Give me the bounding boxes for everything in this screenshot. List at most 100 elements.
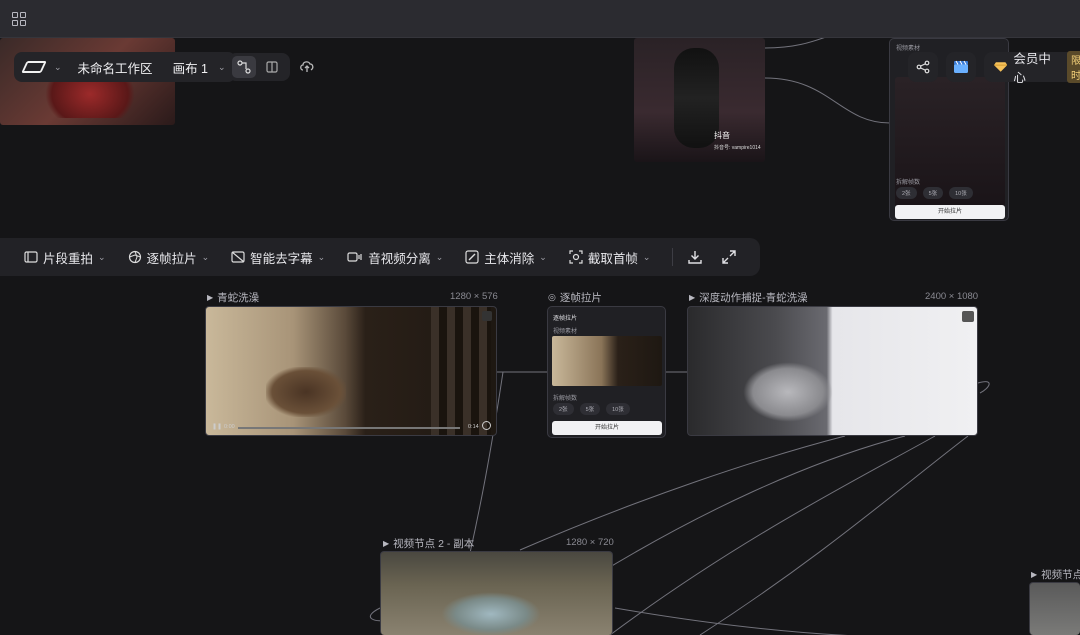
depth-title: 深度动作捕捉-青蛇洗澡: [699, 292, 808, 304]
time-end: 0:14: [468, 424, 479, 430]
chevron-down-icon: ⌄: [435, 251, 444, 262]
member-center-button[interactable]: 会员中心 限时: [984, 51, 1080, 85]
video1-title: 青蛇洗澡: [217, 292, 260, 304]
video-node-copy[interactable]: [380, 551, 613, 635]
depth-node[interactable]: [687, 306, 978, 436]
chevron-down-icon[interactable]: ⌄: [54, 62, 62, 73]
share-button[interactable]: [908, 52, 938, 82]
play-triangle-icon: ▶: [689, 293, 696, 302]
frame-chip-10[interactable]: 10张: [606, 403, 630, 415]
node-title-frame[interactable]: ◎ 逐帧拉片: [548, 290, 602, 305]
remove-subtitle-label: 智能去字幕: [250, 251, 313, 266]
download-icon: [688, 251, 703, 264]
frame-preview: [552, 336, 662, 386]
erase-subject-label: 主体消除: [484, 251, 535, 266]
tool-bar: 片段重拍 ⌄ 逐帧拉片 ⌄ 智能去字幕 ⌄ 音视频分离 ⌄ 主体消除 ⌄ 截取首…: [0, 238, 760, 276]
panel-subtitle: 视频素材: [896, 46, 921, 52]
node-link-icon: [237, 60, 251, 74]
chevron-down-icon: ⌄: [201, 251, 210, 262]
erase-subject-button[interactable]: 主体消除 ⌄: [465, 248, 547, 267]
capture-first-frame-label: 截取首帧: [587, 251, 638, 266]
node-title-copy[interactable]: ▶ 视频节点 2 - 副本: [383, 536, 474, 551]
time-start: 0:00: [224, 424, 235, 430]
expand-icon: [722, 250, 737, 264]
frame-panel-sub: 视频素材: [553, 329, 578, 335]
capture-first-frame-button[interactable]: 截取首帧 ⌄: [569, 248, 651, 267]
clip-retake-icon: [24, 251, 38, 263]
frame-by-frame-label: 逐帧拉片: [146, 251, 197, 266]
video1-scene: [266, 367, 346, 417]
frame-count-label: 拆解帧数: [553, 396, 578, 402]
frame-node[interactable]: 逐帧拉片 视频素材 拆解帧数 2张 5张 10张 开始拉片: [547, 306, 666, 438]
frame-panel-title: 逐帧拉片: [553, 316, 578, 322]
node-title-depth[interactable]: ▶ 深度动作捕捉-青蛇洗澡: [689, 290, 808, 305]
start-button[interactable]: 开始拉片: [895, 205, 1005, 219]
workspace-name[interactable]: 未命名工作区: [78, 58, 153, 77]
canvas-name[interactable]: 画布 1: [173, 58, 208, 77]
download-button[interactable]: [687, 249, 703, 265]
chevron-down-icon: ⌄: [98, 251, 106, 262]
frame-start-button[interactable]: 开始拉片: [552, 421, 662, 435]
clapper-button[interactable]: [946, 52, 976, 82]
depth-dims: 2400 × 1080: [925, 291, 979, 302]
node-title-partial[interactable]: ▶ 视频节点: [1031, 567, 1080, 582]
chevron-down-icon: ⌄: [539, 251, 547, 262]
view-tool-group: [228, 53, 290, 81]
erase-subject-icon: [465, 250, 479, 264]
top-bar: [0, 0, 1080, 38]
remove-subtitle-button[interactable]: 智能去字幕 ⌄: [231, 248, 325, 267]
share-icon: [916, 60, 930, 74]
frame-by-frame-button[interactable]: 逐帧拉片 ⌄: [128, 248, 210, 267]
node-title-video1[interactable]: ▶ 青蛇洗澡: [207, 290, 259, 305]
chevron-down-icon: ⌄: [317, 251, 326, 262]
apps-grid-icon[interactable]: [12, 12, 26, 26]
av-separate-icon: [347, 252, 362, 262]
depth-figures: [743, 362, 833, 422]
cloud-upload-icon[interactable]: [299, 59, 315, 73]
node-link-tool-button[interactable]: [232, 56, 256, 78]
play-triangle-icon: ▶: [207, 293, 214, 302]
depth-expand-icon[interactable]: [962, 311, 974, 322]
av-separate-button[interactable]: 音视频分离 ⌄: [347, 248, 443, 267]
panel-frames-label: 拆解帧数: [896, 180, 921, 186]
play-triangle-icon: ▶: [383, 539, 390, 548]
copy-scene: [441, 592, 541, 635]
chevron-down-icon: ⌄: [642, 251, 651, 262]
frame-node-icon: ◎: [548, 292, 556, 302]
member-center-label: 会员中心: [1013, 52, 1051, 85]
volume-icon[interactable]: [482, 421, 491, 430]
toolbar-divider: [672, 248, 674, 266]
chip-10[interactable]: 10张: [949, 187, 973, 199]
layout-icon: [266, 61, 278, 73]
partial-title: 视频节点: [1041, 569, 1080, 581]
workspace-bar: ⌄ 未命名工作区 画布 1 ⌄: [14, 52, 236, 82]
frame-chip-5[interactable]: 5张: [579, 403, 601, 415]
video-node-1[interactable]: ❚❚ 0:00 0:14: [205, 306, 497, 436]
pause-icon[interactable]: ❚❚: [212, 423, 222, 430]
video1-dims: 1280 × 576: [450, 291, 498, 302]
av-separate-label: 音视频分离: [368, 251, 431, 266]
chip-5[interactable]: 5张: [922, 187, 944, 199]
app-logo-icon[interactable]: [21, 61, 47, 73]
clip-retake-label: 片段重拍: [43, 251, 94, 266]
image-card-topcenter[interactable]: 抖音 抖音号: vampire1014: [634, 38, 765, 162]
play-triangle-icon: ▶: [1031, 570, 1038, 579]
capture-first-frame-icon: [569, 250, 583, 264]
member-tag: 限时: [1066, 51, 1080, 83]
douyin-brand: 抖音: [714, 131, 730, 140]
progress-track[interactable]: [238, 427, 460, 429]
frame-by-frame-icon: [128, 250, 141, 264]
canvas-chevron-icon[interactable]: ⌄: [218, 62, 226, 73]
diamond-icon: [994, 62, 1008, 72]
fullscreen-button[interactable]: [721, 249, 737, 265]
video1-curtain: [431, 307, 491, 435]
copy-dims: 1280 × 720: [566, 537, 614, 548]
frame-chip-2[interactable]: 2张: [553, 403, 574, 415]
upload-icon[interactable]: [482, 311, 492, 321]
video-node-partial[interactable]: [1029, 582, 1080, 635]
chip-2[interactable]: 2张: [896, 187, 917, 199]
clip-retake-button[interactable]: 片段重拍 ⌄: [24, 248, 106, 267]
douyin-account: 抖音号: vampire1014: [714, 145, 761, 151]
layout-tool-button[interactable]: [260, 56, 284, 78]
frame-node-title: 逐帧拉片: [559, 292, 602, 304]
